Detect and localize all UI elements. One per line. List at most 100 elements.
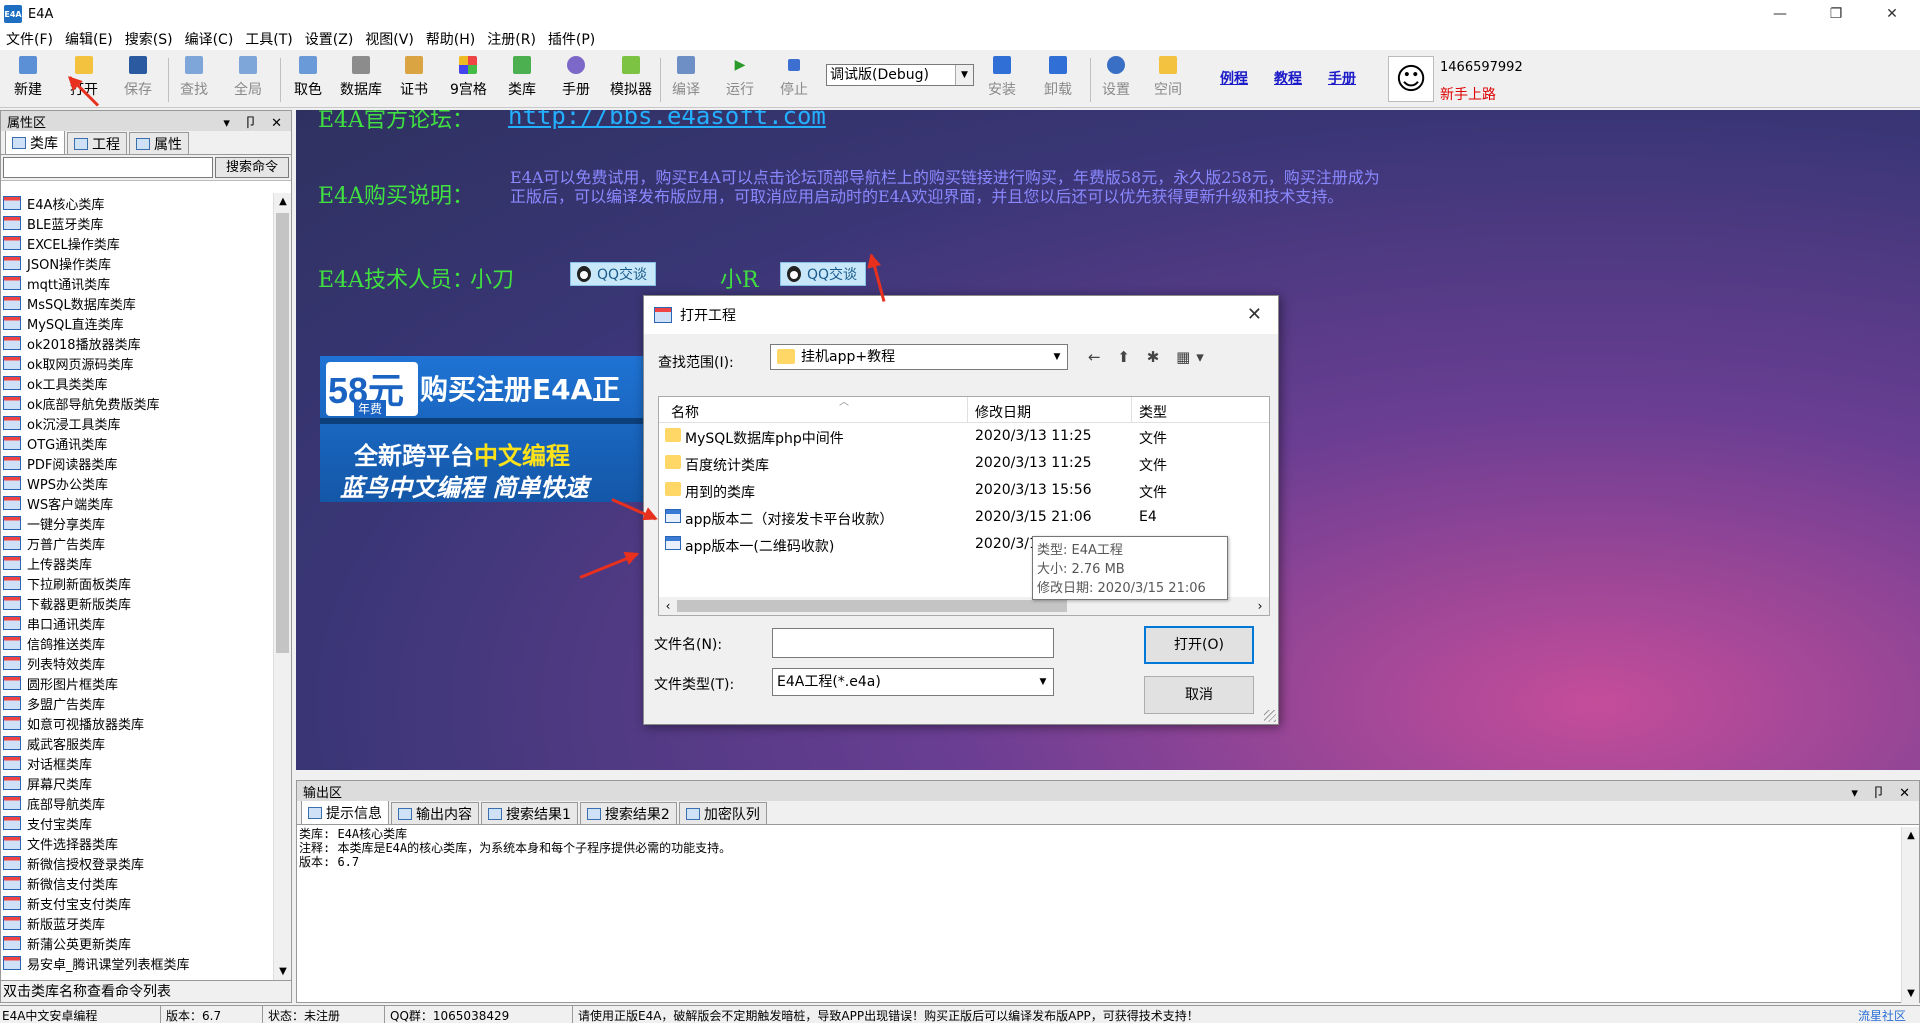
new-button[interactable]: 新建 — [14, 56, 42, 104]
maximize-button[interactable]: ❐ — [1808, 0, 1864, 28]
examples-link[interactable]: 例程 — [1220, 68, 1248, 88]
database-button[interactable]: 数据库 — [340, 56, 382, 104]
scroll-down-icon[interactable]: ▼ — [1902, 985, 1920, 1003]
compile-button[interactable]: 编译 — [672, 56, 700, 104]
list-item[interactable]: 万普广告类库 — [1, 533, 273, 553]
look-in-select[interactable]: 挂机app+教程 ▼ — [770, 344, 1068, 370]
list-item[interactable]: ok2018播放器类库 — [1, 333, 273, 353]
tab-project[interactable]: 工程 — [67, 132, 127, 154]
list-item[interactable]: 支付宝类库 — [1, 813, 273, 833]
scroll-up-icon[interactable]: ▲ — [274, 193, 292, 211]
view-menu-icon[interactable]: ▦▾ — [1176, 348, 1210, 366]
list-item[interactable]: JSON操作类库 — [1, 253, 273, 273]
list-item[interactable]: E4A核心类库 — [1, 193, 273, 213]
column-date[interactable]: 修改日期 — [975, 402, 1031, 422]
list-item[interactable]: 串口通讯类库 — [1, 613, 273, 633]
list-item[interactable]: 信鸽推送类库 — [1, 633, 273, 653]
list-item[interactable]: ok取网页源码类库 — [1, 353, 273, 373]
run-button[interactable]: ▶ 运行 — [726, 56, 754, 104]
save-button[interactable]: 保存 — [124, 56, 152, 104]
menu-help[interactable]: 帮助(H) — [420, 29, 481, 49]
list-item[interactable]: MsSQL数据库类库 — [1, 293, 273, 313]
open-button-dialog[interactable]: 打开(O) — [1144, 626, 1254, 664]
list-item[interactable]: 多盟广告类库 — [1, 693, 273, 713]
output-scrollbar[interactable]: ▲ ▼ — [1901, 827, 1919, 1003]
command-search-input[interactable] — [3, 157, 213, 178]
list-item[interactable]: ok工具类类库 — [1, 373, 273, 393]
panel-controls[interactable]: ▾ 卩 ✕ — [223, 112, 287, 131]
column-type[interactable]: 类型 — [1139, 402, 1167, 422]
filetype-select[interactable]: E4A工程(*.e4a) ▼ — [772, 668, 1054, 696]
uninstall-button[interactable]: 卸载 — [1044, 56, 1072, 104]
tab-properties[interactable]: 属性 — [129, 132, 189, 154]
menu-search[interactable]: 搜索(S) — [119, 29, 179, 49]
filename-input[interactable] — [772, 628, 1054, 658]
menu-view[interactable]: 视图(V) — [359, 29, 420, 49]
stop-button[interactable]: 停止 — [780, 56, 808, 104]
certificate-button[interactable]: 证书 — [400, 56, 428, 104]
find-button[interactable]: 查找 — [180, 56, 208, 104]
list-item[interactable]: mqtt通讯类库 — [1, 273, 273, 293]
scroll-up-icon[interactable]: ▲ — [1902, 827, 1920, 845]
list-item[interactable]: MySQL直连类库 — [1, 313, 273, 333]
install-button[interactable]: 安装 — [988, 56, 1016, 104]
menu-file[interactable]: 文件(F) — [0, 29, 59, 49]
file-row[interactable]: 百度统计类库 2020/3/13 11:25 文件 — [659, 450, 1269, 476]
list-item[interactable]: 新微信支付类库 — [1, 873, 273, 893]
list-item[interactable]: 新微信授权登录类库 — [1, 853, 273, 873]
scroll-thumb[interactable] — [276, 213, 289, 653]
menu-tools[interactable]: 工具(T) — [239, 29, 298, 49]
list-item[interactable]: 圆形图片框类库 — [1, 673, 273, 693]
column-name[interactable]: 名称 — [671, 402, 699, 422]
list-item[interactable]: 下载器更新版类库 — [1, 593, 273, 613]
qq-chat-button-2[interactable]: QQ交谈 — [780, 262, 867, 286]
list-item[interactable]: ok沉浸工具类库 — [1, 413, 273, 433]
dialog-close-button[interactable]: ✕ — [1247, 304, 1262, 325]
minimize-button[interactable]: — — [1752, 0, 1808, 28]
global-search-button[interactable]: 全局 — [234, 56, 262, 104]
cancel-button[interactable]: 取消 — [1144, 676, 1254, 714]
list-item[interactable]: OTG通讯类库 — [1, 433, 273, 453]
list-item[interactable]: 底部导航类库 — [1, 793, 273, 813]
list-item[interactable]: 易安卓_腾讯课堂列表框类库 — [1, 953, 273, 973]
menu-plugins[interactable]: 插件(P) — [542, 29, 601, 49]
menu-edit[interactable]: 编辑(E) — [59, 29, 119, 49]
file-row[interactable]: 用到的类库 2020/3/13 15:56 文件 — [659, 477, 1269, 503]
settings-button[interactable]: 设置 — [1102, 56, 1130, 104]
tab-output[interactable]: 输出内容 — [391, 802, 479, 824]
build-mode-select[interactable]: 调试版(Debug) ▼ — [826, 64, 974, 86]
list-item[interactable]: 威武客服类库 — [1, 733, 273, 753]
tab-hints[interactable]: 提示信息 — [301, 800, 389, 824]
menu-compile[interactable]: 编译(C) — [179, 29, 240, 49]
hscroll-thumb[interactable] — [677, 600, 1067, 612]
list-item[interactable]: 对话框类库 — [1, 753, 273, 773]
list-item[interactable]: 一键分享类库 — [1, 513, 273, 533]
list-item[interactable]: PDF阅读器类库 — [1, 453, 273, 473]
library-button[interactable]: 类库 — [508, 56, 536, 104]
list-item[interactable]: WS客户端类库 — [1, 493, 273, 513]
tab-search-result-2[interactable]: 搜索结果2 — [579, 802, 677, 824]
emulator-button[interactable]: 模拟器 — [610, 56, 652, 104]
library-scrollbar[interactable]: ▲ ▼ — [273, 193, 291, 981]
forum-link[interactable]: http://bbs.e4asoft.com — [508, 110, 826, 130]
grid9-button[interactable]: 9宫格 — [450, 56, 487, 104]
file-row[interactable]: app版本二（对接发卡平台收款） 2020/3/15 21:06 E4 — [659, 504, 1269, 530]
scroll-down-icon[interactable]: ▼ — [274, 963, 292, 981]
manual-link[interactable]: 手册 — [1328, 68, 1356, 88]
qq-chat-button-1[interactable]: QQ交谈 — [570, 262, 657, 286]
list-item[interactable]: 列表特效类库 — [1, 653, 273, 673]
tab-encryption-queue[interactable]: 加密队列 — [678, 802, 767, 824]
list-item[interactable]: 上传器类库 — [1, 553, 273, 573]
back-icon[interactable]: ← — [1088, 348, 1107, 366]
list-item[interactable]: WPS办公类库 — [1, 473, 273, 493]
list-item[interactable]: EXCEL操作类库 — [1, 233, 273, 253]
scroll-right-icon[interactable]: › — [1251, 597, 1269, 615]
color-picker-button[interactable]: 取色 — [294, 56, 322, 104]
tab-library[interactable]: 类库 — [5, 130, 65, 154]
new-folder-icon[interactable]: ✱ — [1147, 348, 1166, 366]
list-item[interactable]: 新支付宝支付类库 — [1, 893, 273, 913]
menu-register[interactable]: 注册(R) — [481, 29, 542, 49]
file-row[interactable]: MySQL数据库php中间件 2020/3/13 11:25 文件 — [659, 423, 1269, 449]
list-item[interactable]: BLE蓝牙类库 — [1, 213, 273, 233]
list-item[interactable]: 屏幕尺类库 — [1, 773, 273, 793]
